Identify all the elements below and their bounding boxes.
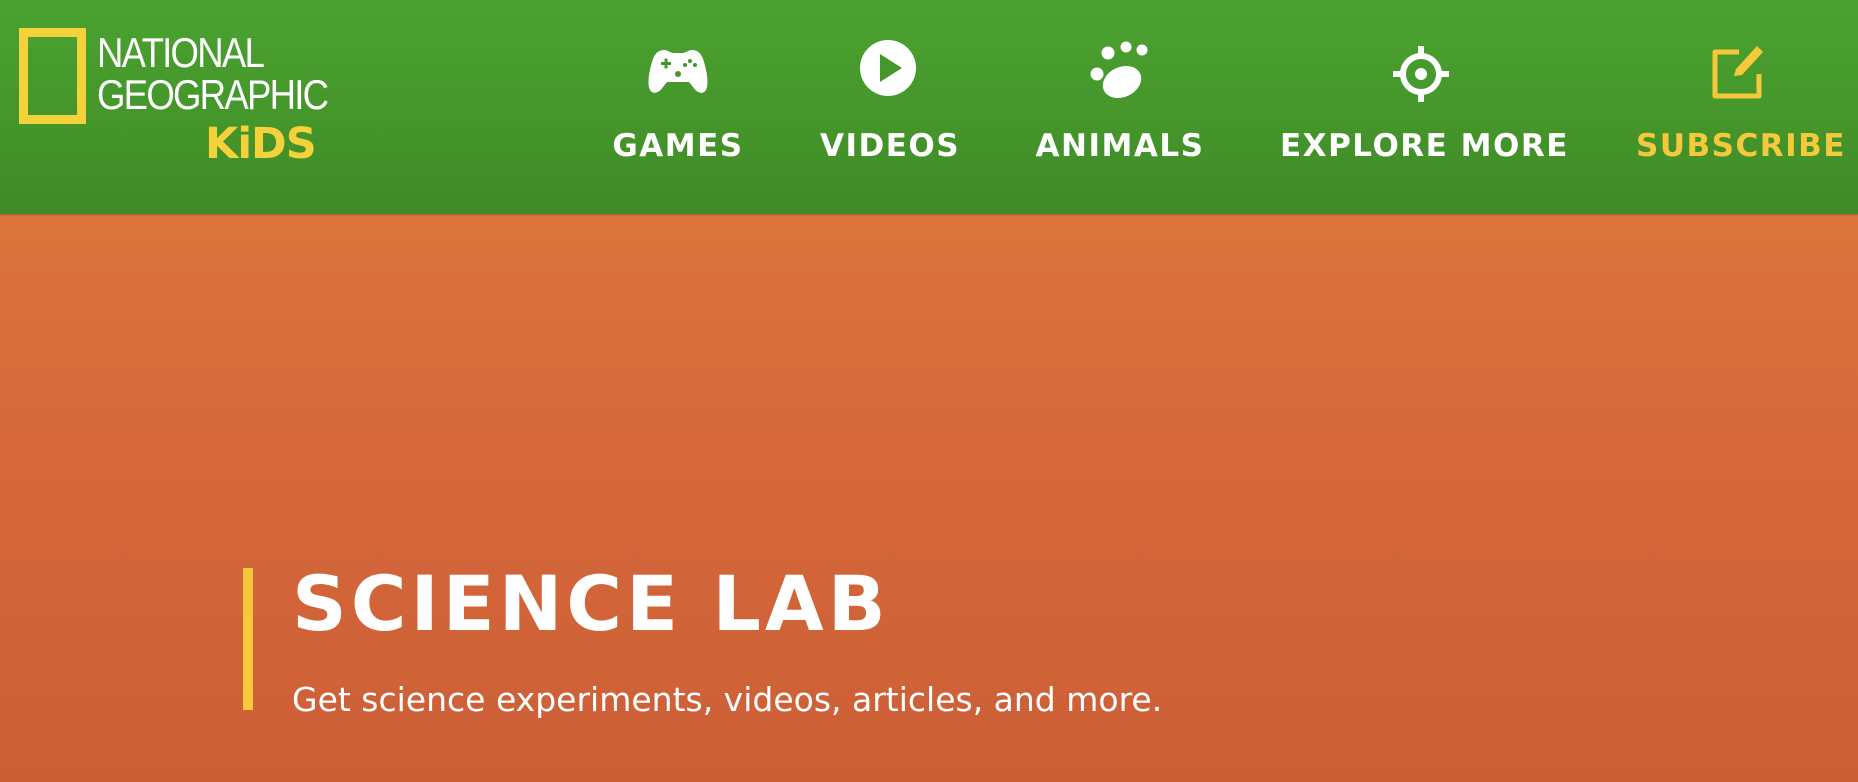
nav-animals[interactable]: ANIMALS — [1032, 36, 1208, 176]
play-icon — [860, 40, 916, 96]
nav-games[interactable]: GAMES — [605, 36, 751, 176]
crosshair-icon — [1393, 46, 1449, 102]
paw-icon — [1090, 41, 1148, 99]
yellow-frame-logo-mark — [19, 28, 86, 124]
nav-subscribe-label: SUBSCRIBE — [1636, 128, 1846, 164]
gamepad-icon — [648, 50, 708, 93]
nav-explore-more[interactable]: EXPLORE MORE — [1280, 36, 1569, 176]
page-subtitle: Get science experiments, videos, article… — [292, 680, 1163, 719]
logo-text-line2: GEOGRAPHIC — [97, 71, 329, 118]
nav-animals-label: ANIMALS — [1035, 128, 1205, 164]
natgeo-kids-logo[interactable]: NATIONAL GEOGRAPHIC KiDS — [19, 28, 364, 173]
edit-icon — [1712, 46, 1763, 99]
nav-games-label: GAMES — [612, 128, 744, 164]
hero-accent-bar — [243, 568, 253, 710]
page-title: SCIENCE LAB — [292, 559, 890, 648]
nav-videos[interactable]: VIDEOS — [820, 36, 961, 176]
nav-subscribe[interactable]: SUBSCRIBE — [1636, 36, 1846, 176]
nav-videos-label: VIDEOS — [820, 128, 961, 164]
site-header: NATIONAL GEOGRAPHIC KiDS GAMES VIDEOS AN… — [0, 0, 1858, 214]
nav-explore-more-label: EXPLORE MORE — [1280, 128, 1569, 164]
logo-text-line1: NATIONAL — [97, 29, 265, 76]
page: NATIONAL GEOGRAPHIC KiDS GAMES VIDEOS AN… — [0, 0, 1858, 782]
logo-kids-text: KiDS — [205, 119, 317, 169]
